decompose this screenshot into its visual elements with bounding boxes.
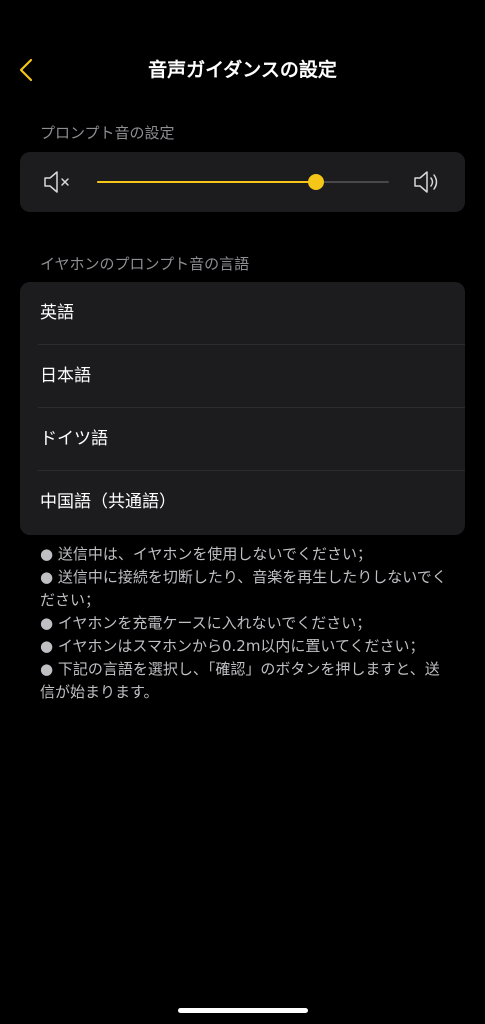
language-item-chinese[interactable]: 中国語（共通語）	[20, 471, 465, 534]
note-item: ● イヤホンはスマホンから0.2m以内に置いてください；	[40, 637, 425, 655]
slider-fill	[97, 181, 316, 183]
back-button[interactable]	[10, 52, 42, 88]
language-item-label: ドイツ語	[40, 429, 108, 449]
language-item-label: 日本語	[40, 366, 91, 386]
note-item: ● 送信中に接続を切断したり、音楽を再生したりしないでください；	[40, 568, 447, 609]
language-item-japanese[interactable]: 日本語	[20, 345, 465, 408]
language-item-label: 英語	[40, 303, 74, 323]
language-section-label: イヤホンのプロンプト音の言語	[40, 255, 250, 273]
volume-mute-icon	[44, 171, 69, 193]
volume-up-icon	[414, 171, 438, 193]
note-item: ● 送信中は、イヤホンを使用しないでください；	[40, 545, 372, 563]
language-item-german[interactable]: ドイツ語	[20, 408, 465, 471]
prompt-volume-card	[20, 152, 465, 212]
language-list: 英語 日本語 ドイツ語 中国語（共通語）	[20, 282, 465, 535]
prompt-volume-label: プロンプト音の設定	[40, 124, 175, 142]
page-title: 音声ガイダンスの設定	[148, 59, 337, 81]
prompt-volume-slider[interactable]	[97, 174, 389, 190]
slider-thumb[interactable]	[308, 174, 324, 190]
language-item-english[interactable]: 英語	[20, 282, 465, 345]
note-item: ● 下記の言語を選択し、「確認」のボタンを押しますと、送信が始まります。	[40, 660, 440, 701]
header-bar: 音声ガイダンスの設定	[0, 44, 485, 96]
notes-list: ● 送信中は、イヤホンを使用しないでください； ● 送信中に接続を切断したり、音…	[40, 543, 452, 704]
chevron-left-icon	[19, 58, 33, 82]
language-item-label: 中国語（共通語）	[40, 492, 176, 512]
note-item: ● イヤホンを充電ケースに入れないでください；	[40, 614, 372, 632]
home-indicator	[178, 1008, 308, 1013]
